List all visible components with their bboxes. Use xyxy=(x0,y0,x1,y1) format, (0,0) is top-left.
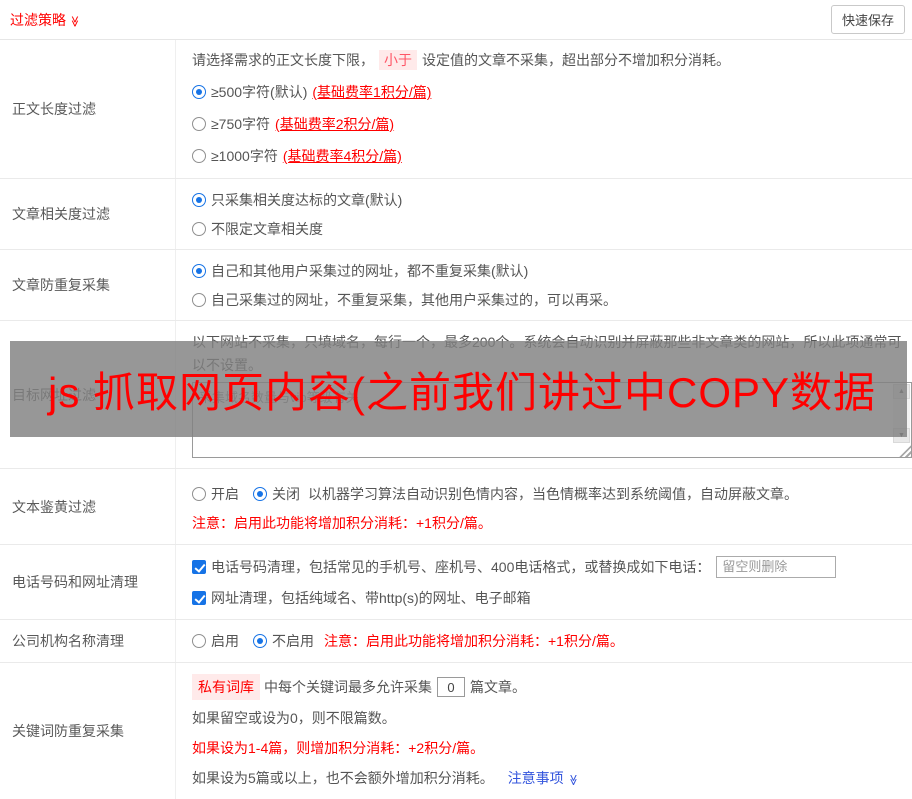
row-label-body-length: 正文长度过滤 xyxy=(0,40,176,178)
caption-text: js 抓取网页内容(之前我们讲过中COPY数据 xyxy=(48,368,877,416)
row-content-relevance: 只采集相关度达标的文章(默认) 不限定文章相关度 xyxy=(176,179,912,249)
radio-option-global-dedupe[interactable]: 自己和其他用户采集过的网址，都不重复采集(默认) xyxy=(192,256,904,285)
collapse-chevron-icon[interactable]: ≫ xyxy=(68,15,81,27)
radio-option-disable[interactable]: 不启用 xyxy=(253,631,314,651)
intro-post: 设定值的文章不采集，超出部分不增加积分消耗。 xyxy=(422,52,730,68)
radio-label: 自己和其他用户采集过的网址，都不重复采集(默认) xyxy=(211,262,529,279)
radio-icon[interactable] xyxy=(192,263,206,278)
radio-label: 自己采集过的网址，不重复采集，其他用户采集过的，可以再采。 xyxy=(211,291,617,308)
radio-label: 不启用 xyxy=(272,633,314,649)
radio-option-750[interactable]: ≥750字符 (基础费率2积分/篇) xyxy=(192,108,904,140)
row-company-clean: 公司机构名称清理 启用 不启用 注意：启用此功能将增加积分消耗：+1积分/篇。 xyxy=(0,620,912,663)
notice-chevron-icon: ≫ xyxy=(566,774,579,786)
row-relevance: 文章相关度过滤 只采集相关度达标的文章(默认) 不限定文章相关度 xyxy=(0,179,912,250)
row-phone-clean: 电话号码和网址清理 电话号码清理，包括常见的手机号、座机号、400电话格式，或替… xyxy=(0,545,912,620)
radio-icon[interactable] xyxy=(192,85,206,99)
radio-label: ≥500字符(默认) xyxy=(211,84,308,100)
topbar-title-group: 过滤策略 ≫ xyxy=(10,10,81,30)
radio-icon[interactable] xyxy=(253,486,267,501)
row-content-dedupe: 自己和其他用户采集过的网址，都不重复采集(默认) 自己采集过的网址，不重复采集，… xyxy=(176,250,912,320)
company-clean-options: 启用 不启用 注意：启用此功能将增加积分消耗：+1积分/篇。 xyxy=(192,626,904,656)
checkbox-url-clean[interactable]: 网址清理，包括纯域名、带http(s)的网址、电子邮箱 xyxy=(192,588,531,608)
url-clean-line: 网址清理，包括纯域名、带http(s)的网址、电子邮箱 xyxy=(192,582,904,613)
radio-option-1000[interactable]: ≥1000字符 (基础费率4积分/篇) xyxy=(192,140,904,172)
row-dedupe: 文章防重复采集 自己和其他用户采集过的网址，都不重复采集(默认) 自己采集过的网… xyxy=(0,250,912,321)
row-body-length: 正文长度过滤 请选择需求的正文长度下限， 小于 设定值的文章不采集，超出部分不增加积… xyxy=(0,40,912,179)
row-label-relevance: 文章相关度过滤 xyxy=(0,179,176,249)
row-label-porn-filter: 文本鉴黄过滤 xyxy=(0,469,176,544)
checkbox-icon[interactable] xyxy=(192,590,206,605)
row-content-phone-clean: 电话号码清理，包括常见的手机号、座机号、400电话格式，或替换成如下电话： 网址… xyxy=(176,545,912,619)
keyword-limit-text-end: 篇文章。 xyxy=(470,679,526,695)
row-label-company-clean: 公司机构名称清理 xyxy=(0,620,176,662)
keyword-count-input[interactable] xyxy=(437,677,465,697)
row-label-phone-clean: 电话号码和网址清理 xyxy=(0,545,176,619)
filter-strategy-page: 过滤策略 ≫ 快速保存 正文长度过滤 请选择需求的正文长度下限， 小于 设定值的文章不… xyxy=(0,0,912,799)
row-porn-filter: 文本鉴黄过滤 开启 关闭 以机器学习算法自动识别色情内容，当色情概率达到系统阈值… xyxy=(0,469,912,545)
radio-option-no-limit[interactable]: 不限定文章相关度 xyxy=(192,214,904,243)
radio-fee-note: (基础费率4积分/篇) xyxy=(282,148,402,164)
radio-label: 不限定文章相关度 xyxy=(211,220,323,237)
checkbox-label: 网址清理，包括纯域名、带http(s)的网址、电子邮箱 xyxy=(211,589,531,606)
porn-filter-cost-note: 注意：启用此功能将增加积分消耗：+1积分/篇。 xyxy=(192,515,492,531)
topbar: 过滤策略 ≫ 快速保存 xyxy=(0,0,912,40)
radio-label: 关闭 xyxy=(272,485,300,502)
keyword-limit-text: 中每个关键词最多允许采集 xyxy=(264,679,432,695)
radio-option-on[interactable]: 开启 xyxy=(192,484,239,504)
private-lexicon-badge: 私有词库 xyxy=(192,674,260,700)
company-clean-cost-note: 注意：启用此功能将增加积分消耗：+1积分/篇。 xyxy=(324,633,624,649)
radio-icon[interactable] xyxy=(192,634,206,648)
radio-fee-note: (基础费率2积分/篇) xyxy=(275,116,395,132)
quick-save-button[interactable]: 快速保存 xyxy=(830,5,905,34)
radio-icon[interactable] xyxy=(253,634,267,648)
row-content-body-length: 请选择需求的正文长度下限， 小于 设定值的文章不采集，超出部分不增加积分消耗。 ≥5… xyxy=(176,40,912,178)
radio-icon[interactable] xyxy=(192,117,206,131)
porn-filter-options: 开启 关闭 以机器学习算法自动识别色情内容，当色情概率达到系统阈值，自动屏蔽文章… xyxy=(192,479,904,508)
notice-link[interactable]: 注意事项 ≫ xyxy=(508,770,579,786)
radio-icon[interactable] xyxy=(192,221,206,236)
page-title: 过滤策略 xyxy=(10,11,66,28)
replacement-phone-input[interactable] xyxy=(716,555,837,578)
radio-icon[interactable] xyxy=(192,192,206,207)
radio-icon[interactable] xyxy=(192,292,206,307)
checkbox-phone-clean[interactable]: 电话号码清理，包括常见的手机号、座机号、400电话格式，或替换成如下电话： xyxy=(192,557,710,577)
keyword-rule-cost: 如果设为1-4篇，则增加积分消耗：+2积分/篇。 xyxy=(192,740,485,756)
radio-option-off[interactable]: 关闭 xyxy=(253,484,300,504)
checkbox-icon[interactable] xyxy=(192,559,206,574)
intro-pre: 请选择需求的正文长度下限， xyxy=(192,52,374,68)
keyword-rule-empty: 如果留空或设为0，则不限篇数。 xyxy=(192,710,396,726)
phone-clean-line: 电话号码清理，包括常见的手机号、座机号、400电话格式，或替换成如下电话： xyxy=(192,551,904,582)
row-content-keyword-dedupe: 私有词库 中每个关键词最多允许采集 篇文章。 如果留空或设为0，则不限篇数。 如… xyxy=(176,663,912,799)
keyword-limit-line: 私有词库 中每个关键词最多允许采集 篇文章。 xyxy=(192,671,904,703)
radio-label: 只采集相关度达标的文章(默认) xyxy=(211,191,403,208)
body-length-intro: 请选择需求的正文长度下限， 小于 设定值的文章不采集，超出部分不增加积分消耗。 xyxy=(192,46,904,74)
radio-fee-note: (基础费率1积分/篇) xyxy=(312,84,432,100)
radio-option-relevant-only[interactable]: 只采集相关度达标的文章(默认) xyxy=(192,185,904,214)
row-content-company-clean: 启用 不启用 注意：启用此功能将增加积分消耗：+1积分/篇。 xyxy=(176,620,912,662)
radio-option-500[interactable]: ≥500字符(默认) (基础费率1积分/篇) xyxy=(192,76,904,108)
radio-icon[interactable] xyxy=(192,486,206,501)
row-keyword-dedupe: 关键词防重复采集 私有词库 中每个关键词最多允许采集 篇文章。 如果留空或设为0… xyxy=(0,663,912,799)
caption-overlay: js 抓取网页内容(之前我们讲过中COPY数据 xyxy=(10,341,907,437)
intro-highlight: 小于 xyxy=(379,50,417,70)
keyword-rule-free-text: 如果设为5篇或以上，也不会额外增加积分消耗。 xyxy=(192,770,494,786)
radio-label: ≥750字符 xyxy=(211,116,271,132)
row-label-dedupe: 文章防重复采集 xyxy=(0,250,176,320)
checkbox-label: 电话号码清理，包括常见的手机号、座机号、400电话格式，或替换成如下电话： xyxy=(211,558,711,575)
radio-label: 启用 xyxy=(211,633,239,649)
row-content-porn-filter: 开启 关闭 以机器学习算法自动识别色情内容，当色情概率达到系统阈值，自动屏蔽文章… xyxy=(176,469,912,544)
radio-label: ≥1000字符 xyxy=(211,148,278,164)
radio-icon[interactable] xyxy=(192,149,206,163)
porn-filter-desc: 以机器学习算法自动识别色情内容，当色情概率达到系统阈值，自动屏蔽文章。 xyxy=(308,485,798,502)
notice-link-label: 注意事项 xyxy=(507,770,564,786)
row-label-keyword-dedupe: 关键词防重复采集 xyxy=(0,663,176,799)
radio-option-self-dedupe[interactable]: 自己采集过的网址，不重复采集，其他用户采集过的，可以再采。 xyxy=(192,285,904,314)
resize-grip-icon[interactable] xyxy=(898,444,911,457)
radio-option-enable[interactable]: 启用 xyxy=(192,631,239,651)
radio-label: 开启 xyxy=(211,485,239,502)
